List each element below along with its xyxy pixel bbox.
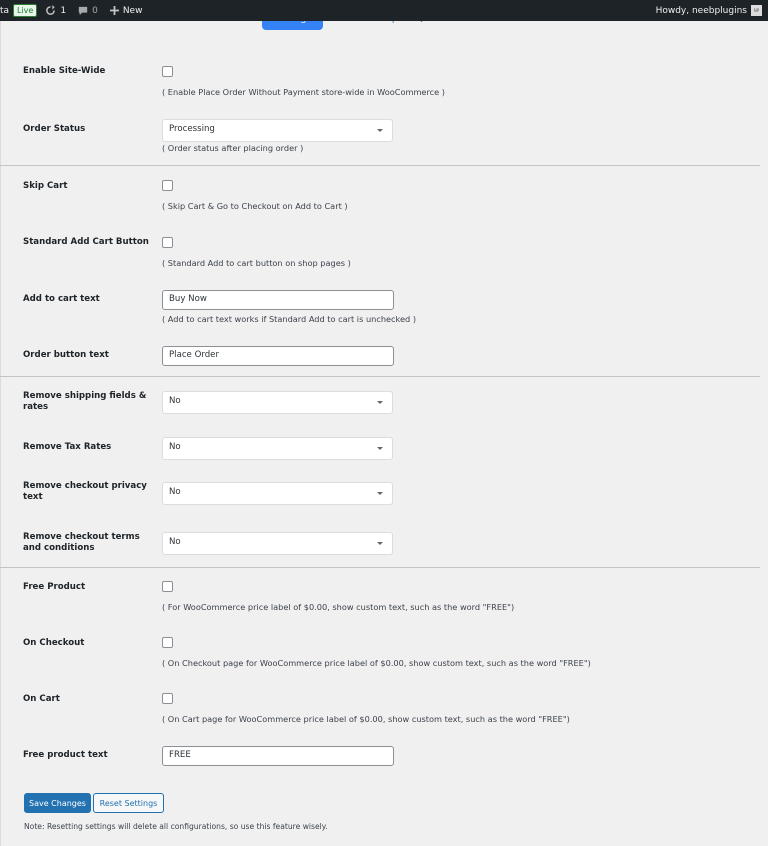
chevron-down-icon	[377, 401, 383, 404]
enable-site-wide-desc: ( Enable Place Order Without Payment sto…	[162, 87, 445, 97]
skip-cart-label: Skip Cart	[23, 181, 68, 191]
page-left-border	[0, 21, 1, 846]
avatar: NP	[751, 5, 762, 16]
reset-note: Note: Resetting settings will delete all…	[24, 822, 328, 831]
enable-site-wide-checkbox[interactable]	[162, 66, 173, 77]
standard-add-cart-label: Standard Add Cart Button	[23, 237, 149, 247]
free-product-text-input[interactable]: FREE	[162, 746, 394, 766]
order-button-text-input[interactable]: Place Order	[162, 346, 394, 366]
live-badge: Live	[13, 4, 38, 17]
new-label: New	[122, 5, 143, 16]
add-to-cart-text-input[interactable]: Buy Now	[162, 290, 394, 310]
add-to-cart-text-label: Add to cart text	[23, 294, 100, 304]
order-status-select[interactable]: Processing	[162, 119, 393, 142]
updates-count: 1	[60, 5, 67, 16]
order-status-label: Order Status	[23, 124, 86, 134]
order-status-desc: ( Order status after placing order )	[162, 143, 304, 153]
skip-cart-desc: ( Skip Cart & Go to Checkout on Add to C…	[162, 201, 348, 211]
add-to-cart-text-desc: ( Add to cart text works if Standard Add…	[162, 314, 417, 324]
save-changes-button[interactable]: Save Changes	[24, 793, 91, 813]
reset-settings-button[interactable]: Reset Settings	[93, 793, 164, 813]
remove-privacy-label: Remove checkout privacy text	[23, 481, 147, 502]
site-name-link[interactable]: tal	[0, 6, 9, 16]
chevron-down-icon	[377, 492, 383, 495]
new-content-link[interactable]: New	[109, 5, 143, 16]
remove-tax-label: Remove Tax Rates	[23, 442, 112, 452]
order-button-text-label: Order button text	[23, 350, 109, 360]
section-divider	[0, 165, 760, 166]
refresh-icon	[46, 5, 56, 15]
remove-terms-label: Remove checkout terms and conditions	[23, 532, 140, 553]
chevron-down-icon	[377, 542, 383, 545]
on-checkout-checkbox[interactable]	[162, 637, 173, 648]
remove-terms-select[interactable]: No	[162, 532, 393, 555]
on-cart-desc: ( On Cart page for WooCommerce price lab…	[162, 714, 570, 724]
enable-site-wide-label: Enable Site-Wide	[23, 66, 106, 76]
section-divider	[0, 376, 760, 377]
free-product-checkbox[interactable]	[162, 581, 173, 592]
skip-cart-checkbox[interactable]	[162, 180, 173, 191]
standard-add-cart-desc: ( Standard Add to cart button on shop pa…	[162, 258, 351, 268]
my-account[interactable]: Howdy, neebplugins NP	[656, 0, 762, 21]
comments-link[interactable]: 0	[78, 6, 98, 16]
remove-shipping-select[interactable]: No	[162, 391, 393, 414]
remove-tax-value: No	[169, 442, 181, 452]
remove-tax-select[interactable]: No	[162, 437, 393, 460]
on-cart-label: On Cart	[23, 694, 60, 704]
on-checkout-desc: ( On Checkout page for WooCommerce price…	[162, 658, 591, 668]
remove-shipping-value: No	[169, 396, 181, 406]
free-product-label: Free Product	[23, 582, 86, 592]
free-product-desc: ( For WooCommerce price label of $0.00, …	[162, 602, 515, 612]
section-divider	[0, 567, 760, 568]
free-product-text-label: Free product text	[23, 750, 108, 760]
standard-add-cart-checkbox[interactable]	[162, 237, 173, 248]
chevron-down-icon	[377, 447, 383, 450]
admin-bar: tal Live 1 0 New Howdy, neebplugins NP	[0, 0, 768, 21]
remove-privacy-value: No	[169, 487, 181, 497]
updates-link[interactable]: 1	[45, 5, 66, 16]
remove-terms-value: No	[169, 537, 181, 547]
remove-privacy-select[interactable]: No	[162, 482, 393, 505]
howdy-text: Howdy, neebplugins	[655, 5, 747, 16]
order-status-value: Processing	[169, 124, 215, 134]
on-cart-checkbox[interactable]	[162, 693, 173, 704]
remove-shipping-label: Remove shipping fields & rates	[23, 391, 147, 412]
on-checkout-label: On Checkout	[23, 638, 85, 648]
comment-icon	[78, 6, 88, 15]
plus-icon	[109, 6, 119, 15]
comments-count: 0	[92, 5, 98, 16]
chevron-down-icon	[377, 129, 383, 132]
